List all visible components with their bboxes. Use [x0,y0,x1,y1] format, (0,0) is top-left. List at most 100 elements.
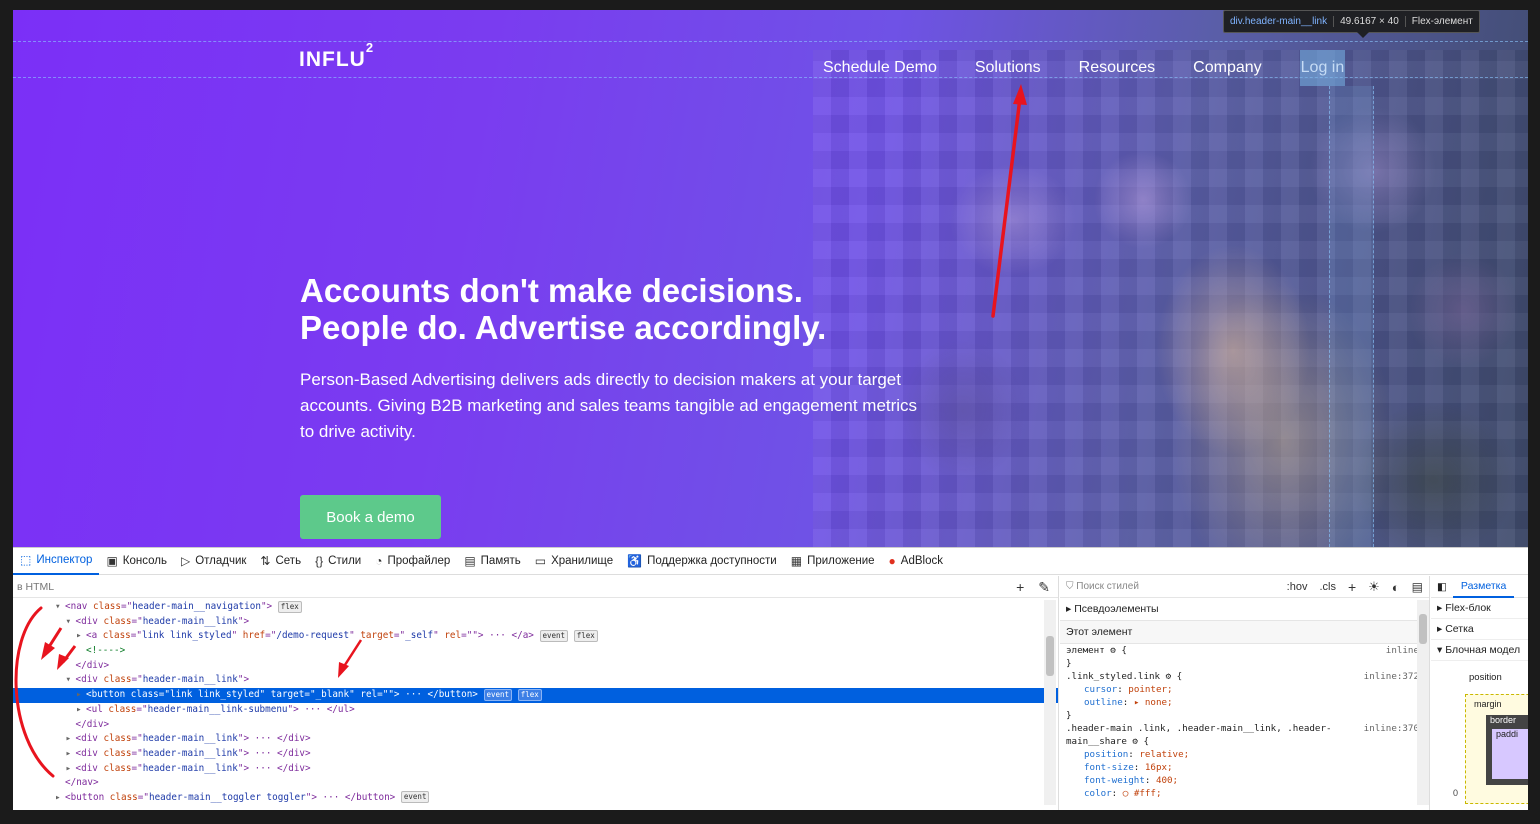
tab-label: Инспектор [36,554,93,566]
pseudo-label: Псевдоэлементы [1074,603,1159,615]
border-label: border [1490,715,1517,725]
css-selector[interactable]: элемент ⚙ {inline [1066,644,1423,657]
styles-search[interactable]: ⛉ Поиск стилей :hov .cls + ☀ ◐ ▤ [1060,576,1429,598]
site-logo[interactable]: INFLU2 [299,40,374,72]
light-theme-icon[interactable]: ☀ [1368,579,1380,595]
hov-toggle[interactable]: :hov [1287,581,1308,593]
css-selector[interactable]: main__share ⚙ { [1066,735,1423,748]
layout-box-section[interactable]: ▾ Блочная модел [1431,640,1528,661]
layout-tabs: ◧ Разметка [1431,576,1528,598]
cls-toggle[interactable]: .cls [1319,581,1336,593]
add-node-icon[interactable]: + [1016,579,1024,596]
debugger-icon: ▷ [180,554,191,568]
event-badge[interactable]: event [400,791,430,804]
tab-label: Отладчик [195,555,247,567]
nav-solutions[interactable]: Solutions [975,59,1041,77]
adblock-icon: ● [888,554,896,568]
css-declaration[interactable]: outline: ▸ none; [1066,696,1423,709]
nav-log-in[interactable]: Log in [1299,50,1346,86]
this-element-label: Этот элемент [1066,626,1133,638]
scroll-thumb[interactable] [1419,614,1427,644]
css-selector[interactable]: .link_styled.link ⚙ {inline:372 [1066,670,1423,683]
add-rule-icon[interactable]: + [1348,579,1356,595]
this-element-header: Этот элемент [1060,621,1429,644]
headline-line-2: People do. Advertise accordingly. [300,309,827,346]
nav-schedule-demo[interactable]: Schedule Demo [823,59,937,77]
position-label: position [1469,672,1502,683]
tab-adblock[interactable]: ● AdBlock [882,548,950,575]
sidebar-toggle-icon[interactable]: ◧ [1431,581,1453,593]
inspector-icon: ⬚ [20,553,32,567]
dom-node[interactable]: ▸ <button class="header-main__toggler tog… [13,791,1058,806]
profiler-icon: ◔ [375,554,383,568]
css-source-link[interactable]: inline [1386,644,1419,657]
styles-tools: :hov .cls + ☀ ◐ ▤ [1287,579,1423,595]
network-icon: ⇅ [260,554,271,568]
twisty-icon[interactable]: ▸ [55,791,65,806]
dark-theme-icon[interactable]: ◐ [1392,580,1400,595]
headline-line-1: Accounts don't make decisions. [300,272,803,309]
html-search[interactable]: в HTML + ✎ [13,576,1058,598]
grid-label: Сетка [1445,623,1474,635]
tab-label: Консоль [122,555,167,567]
tab-console[interactable]: ▣ Консоль [99,548,174,575]
nav-company[interactable]: Company [1193,59,1261,77]
styles-scrollbar[interactable] [1417,600,1429,805]
css-declaration[interactable]: position: relative; [1066,748,1423,761]
dom-scrollbar[interactable] [1044,600,1056,805]
tooltip-kind: Flex-элемент [1411,16,1473,27]
tab-memory[interactable]: ▤ Память [457,548,527,575]
css-source-link[interactable]: inline:372 [1364,670,1419,683]
inspector-tooltip: div.header-main__link 49.6167 × 40 Flex-… [1223,10,1480,38]
eyedropper-icon[interactable]: ✎ [1038,579,1050,596]
tab-label: Поддержка доступности [647,555,777,567]
css-declaration[interactable]: color: ◯ #fff; [1066,787,1423,800]
flex-badge[interactable]: flex [517,688,542,701]
tab-label: Хранилище [551,555,614,567]
annotation-marks-icon [14,606,363,778]
tab-label: Память [480,555,521,567]
style-editor-icon: {} [315,554,324,568]
tab-network[interactable]: ⇅ Сеть [253,548,308,575]
css-source-link[interactable]: inline:370 [1364,722,1419,735]
layout-grid-section[interactable]: ▸ Сетка [1431,619,1528,640]
tab-label: Стили [328,555,362,567]
css-declaration[interactable]: font-size: 16px; [1066,761,1423,774]
event-badge[interactable]: event [483,688,513,701]
hero-section: INFLU2 Schedule Demo Solutions Resources… [13,10,1528,547]
layout-flex-section[interactable]: ▸ Flex-блок [1431,598,1528,619]
box-margin-left-value: 0 [1453,788,1459,798]
flex-label: Flex-блок [1445,602,1491,614]
tab-debugger[interactable]: ▷ Отладчик [174,548,253,575]
css-selector[interactable]: } [1066,709,1423,722]
book-demo-button[interactable]: Book a demo [300,495,441,539]
accessibility-icon: ♿ [627,554,643,568]
tab-accessibility[interactable]: ♿ Поддержка доступности [620,548,784,575]
event-badge[interactable]: event [539,629,569,642]
header-navigation: Schedule Demo Solutions Resources Compan… [823,50,1383,86]
print-media-icon[interactable]: ▤ [1412,580,1423,594]
css-declaration[interactable]: font-weight: 400; [1066,774,1423,787]
layout-pane: ◧ Разметка ▸ Flex-блок ▸ Сетка ▾ Блочная… [1431,576,1528,810]
html-inspector-pane: в HTML + ✎ ▾ <nav class="header-main__nav… [13,576,1059,810]
tab-style-editor[interactable]: {} Стили [308,548,368,575]
css-selector[interactable]: .header-main .link, .header-main__link, … [1066,722,1423,735]
memory-icon: ▤ [464,554,476,568]
css-rules: элемент ⚙ {inline} .link_styled.link ⚙ {i… [1060,644,1429,800]
console-icon: ▣ [106,554,118,568]
flex-badge[interactable]: flex [573,629,598,642]
tab-storage[interactable]: ▭ Хранилище [528,548,620,575]
tab-layout[interactable]: Разметка [1452,576,1515,598]
pseudo-elements-toggle[interactable]: ▸ Псевдоэлементы [1060,598,1429,621]
filter-icon: ⛉ [1066,581,1077,592]
css-selector[interactable]: } [1066,657,1423,670]
tab-application[interactable]: ▦ Приложение [784,548,882,575]
box-model-label: Блочная модел [1445,644,1521,656]
nav-resources[interactable]: Resources [1079,59,1155,77]
browser-viewport: INFLU2 Schedule Demo Solutions Resources… [13,10,1528,810]
tab-inspector[interactable]: ⬚ Инспектор [13,548,100,575]
tooltip-size: 49.6167 × 40 [1334,16,1406,27]
tab-profiler[interactable]: ◔ Профайлер [368,548,457,575]
css-declaration[interactable]: cursor: pointer; [1066,683,1423,696]
scroll-thumb[interactable] [1046,636,1054,676]
